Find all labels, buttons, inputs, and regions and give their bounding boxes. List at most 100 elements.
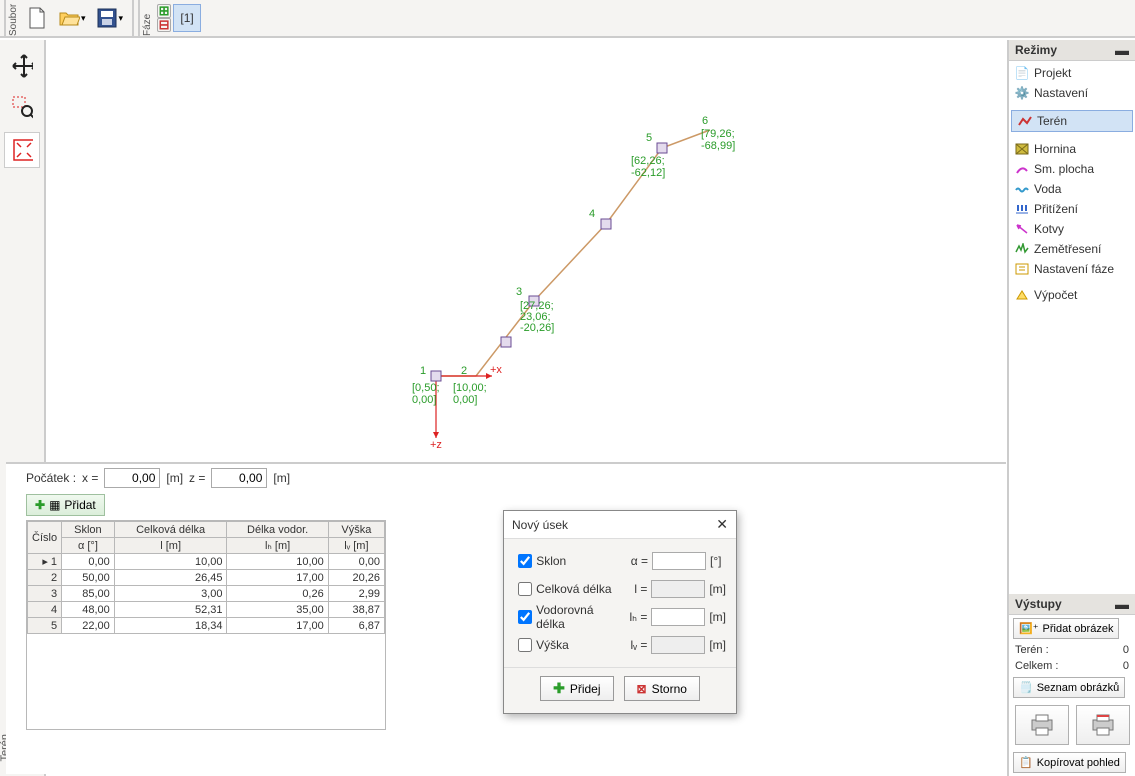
save-icon [96,7,118,29]
zoom-tool-button[interactable] [4,90,40,126]
svg-text:2: 2 [461,365,467,377]
mode-item-surcharge[interactable]: Přitížení [1009,199,1135,219]
canvas-viewport[interactable]: +x +z 1 [0,50; 0,00] 2 [10,00; 0,00] 3 [… [46,40,1006,460]
phase-group-label: Fáze [138,0,155,36]
mode-item-slip[interactable]: Sm. plocha [1009,159,1135,179]
mode-item-anchors[interactable]: Kotvy [1009,219,1135,239]
table-row[interactable]: 522,0018,3417,006,87 [28,618,385,634]
mode-item-water[interactable]: Voda [1009,179,1135,199]
svg-text:+z: +z [430,439,442,451]
col-length: Celková délka [114,522,227,538]
field-unit: [°] [710,554,726,568]
fit-view-button[interactable] [4,132,40,168]
table-row[interactable]: 250,0026,4517,0020,26 [28,570,385,586]
field-checkbox[interactable] [518,552,532,570]
svg-text:-62,12]: -62,12] [631,167,665,179]
mode-label: Hornina [1034,142,1076,156]
origin-x-input[interactable] [104,468,160,488]
doc-icon: 📄 [1015,66,1029,80]
picture-list-label: Seznam obrázků [1037,682,1120,694]
picture-list-button[interactable]: 🗒️ Seznam obrázků [1013,677,1125,698]
svg-text:0,00]: 0,00] [453,394,477,406]
table-row[interactable]: ▸ 10,0010,0010,000,00 [28,554,385,570]
table-row[interactable]: 448,0052,3135,0038,87 [28,602,385,618]
field-input [651,580,705,598]
mode-item-project[interactable]: 📄 Projekt [1009,63,1135,83]
folder-open-icon [58,7,80,29]
plus-icon: ✚ [35,498,45,512]
origin-label: Počátek : [26,471,76,485]
print-button[interactable] [1015,705,1069,745]
segments-table-wrap: Číslo Sklon Celková délka Délka vodor. V… [26,520,386,730]
quake-icon [1015,242,1029,256]
save-file-button[interactable]: ▾ [93,4,127,32]
copy-view-button[interactable]: 📋 Kopírovat pohled [1013,752,1126,773]
dialog-add-button[interactable]: ✚ Přidej [540,676,613,701]
copy-view-label: Kopírovat pohled [1037,757,1120,769]
move-icon [11,53,33,79]
mode-label: Zemětřesení [1034,242,1101,256]
right-panel: Režimy ▬ 📄 Projekt ⚙️ Nastavení Terén Ho… [1007,40,1135,776]
mode-item-earthquake[interactable]: Zemětřesení [1009,239,1135,259]
field-input[interactable] [651,608,705,626]
field-checkbox[interactable] [518,608,532,626]
phase-tab-1[interactable]: [1] [173,4,201,32]
new-file-button[interactable] [23,4,51,32]
field-input[interactable] [652,552,706,570]
cancel-icon: ⊠ [637,682,647,696]
dialog-titlebar[interactable]: Nový úsek ✕ [504,511,736,539]
mode-label: Kotvy [1034,222,1064,236]
open-file-button[interactable]: ▾ [55,4,89,32]
field-symbol: l = [624,582,647,596]
terrain-count-value: 0 [1123,644,1129,656]
mode-item-stage-settings[interactable]: Nastavení fáze [1009,259,1135,279]
grid-icon: ▦ [49,498,60,512]
new-segment-dialog: Nový úsek ✕ Sklonα =[°]Celková délkal =[… [503,510,737,714]
segments-table[interactable]: Číslo Sklon Celková délka Délka vodor. V… [27,521,385,634]
list-icon: 🗒️ [1019,681,1033,694]
mode-label: Projekt [1034,66,1071,80]
mode-label: Nastavení fáze [1034,262,1114,276]
add-phase-button[interactable]: ⊞ [157,4,171,18]
field-checkbox[interactable] [518,580,532,598]
add-segment-button[interactable]: ✚ ▦ Přidat [26,494,105,516]
minimize-icon[interactable]: ▬ [1115,600,1129,608]
terrain-count-row: Terén : 0 [1009,642,1135,658]
add-picture-button[interactable]: 🖼️⁺ Přidat obrázek [1013,618,1119,639]
minimize-icon[interactable]: ▬ [1115,46,1129,54]
shear-icon [1015,162,1029,176]
svg-text:+x: +x [490,364,502,376]
mode-item-analysis[interactable]: Výpočet [1009,285,1135,305]
field-symbol: α = [625,554,648,568]
field-symbol: lₕ = [624,610,647,624]
col-height: Výška [328,522,384,538]
origin-x-label: x = [82,471,98,485]
dialog-field-row: Celková délkal =[m] [514,575,726,603]
outputs-header: Výstupy ▬ [1009,594,1135,615]
pan-tool-button[interactable] [4,48,40,84]
field-unit: [m] [709,582,726,596]
field-checkbox[interactable] [518,636,532,654]
mode-label: Voda [1034,182,1061,196]
dialog-body: Sklonα =[°]Celková délkal =[m]Vodorovná … [504,539,736,667]
load-icon [1015,202,1029,216]
svg-text:[79,26;: [79,26; [701,128,735,140]
svg-text:1: 1 [420,365,426,377]
mode-item-terrain[interactable]: Terén [1011,110,1133,132]
file-icon [26,6,48,30]
dialog-cancel-button[interactable]: ⊠ Storno [624,676,700,701]
table-row[interactable]: 385,003,000,262,99 [28,586,385,602]
svg-text:-20,26]: -20,26] [520,322,554,334]
print-color-button[interactable] [1076,705,1130,745]
mode-item-soil[interactable]: Hornina [1009,139,1135,159]
dialog-field-row: Výškalᵥ =[m] [514,631,726,659]
dropdown-icon: ▾ [119,13,124,24]
origin-z-label: z = [189,471,205,485]
mode-label: Terén [1037,114,1067,128]
mode-item-settings[interactable]: ⚙️ Nastavení [1009,83,1135,103]
col-hlength: Délka vodor. [227,522,328,538]
dialog-field-row: Vodorovná délkalₕ =[m] [514,603,726,631]
origin-z-input[interactable] [211,468,267,488]
remove-phase-button[interactable]: ⊟ [157,18,171,32]
close-icon[interactable]: ✕ [716,516,728,533]
